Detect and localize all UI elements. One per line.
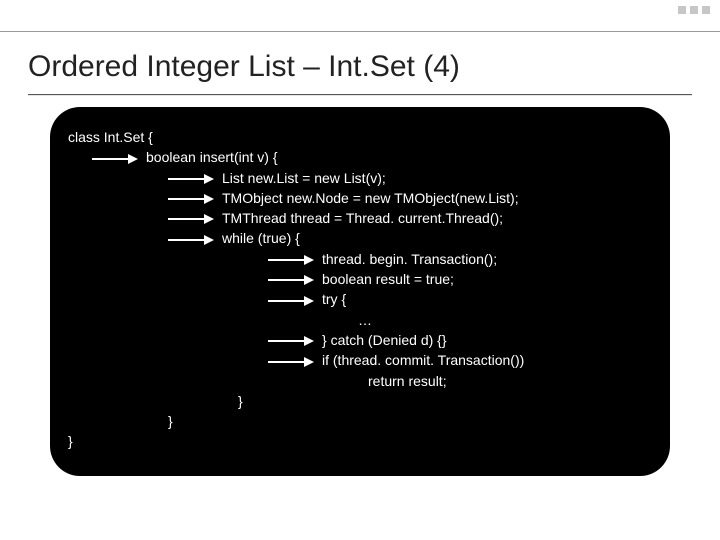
code-text: } xyxy=(168,413,173,429)
code-block: class Int.Set { boolean insert(int v) { … xyxy=(50,107,670,476)
code-text: while (true) { xyxy=(222,230,300,246)
code-line: boolean insert(int v) { xyxy=(68,147,652,167)
code-text: } xyxy=(68,433,73,449)
arrow-icon xyxy=(268,295,316,307)
code-line: } catch (Denied d) {} xyxy=(68,330,652,350)
code-line: class Int.Set { xyxy=(68,127,652,147)
code-line: } xyxy=(68,431,652,451)
code-text: TMObject new.Node = new TMObject(new.Lis… xyxy=(222,190,519,206)
slide-title: Ordered Integer List – Int.Set (4) xyxy=(0,32,720,90)
dot xyxy=(702,6,710,14)
arrow-icon xyxy=(92,153,140,165)
code-text: class Int.Set { xyxy=(68,129,153,145)
arrow-icon xyxy=(168,213,216,225)
code-line: } xyxy=(68,411,652,431)
code-text: TMThread thread = Thread. current.Thread… xyxy=(222,210,503,226)
arrow-icon xyxy=(268,356,316,368)
code-text: } catch (Denied d) {} xyxy=(322,332,447,348)
arrow-icon xyxy=(168,234,216,246)
code-text: thread. begin. Transaction(); xyxy=(322,251,497,267)
code-line: while (true) { xyxy=(68,228,652,248)
code-line: boolean result = true; xyxy=(68,269,652,289)
code-text: } xyxy=(238,393,243,409)
code-text: boolean result = true; xyxy=(322,271,454,287)
arrow-icon xyxy=(168,173,216,185)
code-line: List new.List = new List(v); xyxy=(68,168,652,188)
code-text: boolean insert(int v) { xyxy=(146,149,278,165)
code-text: … xyxy=(358,312,372,328)
arrow-icon xyxy=(168,193,216,205)
code-text: try { xyxy=(322,291,346,307)
code-text: List new.List = new List(v); xyxy=(222,170,386,186)
code-line: } xyxy=(68,391,652,411)
arrow-icon xyxy=(268,274,316,286)
code-line: return result; xyxy=(68,371,652,391)
code-text: return result; xyxy=(368,373,447,389)
code-line: if (thread. commit. Transaction()) xyxy=(68,350,652,370)
dot xyxy=(678,6,686,14)
dot xyxy=(690,6,698,14)
code-line: thread. begin. Transaction(); xyxy=(68,249,652,269)
slide-top-bar xyxy=(0,0,720,32)
arrow-icon xyxy=(268,254,316,266)
code-text: if (thread. commit. Transaction()) xyxy=(322,352,524,368)
decorative-dots xyxy=(678,6,710,14)
code-line: TMObject new.Node = new TMObject(new.Lis… xyxy=(68,188,652,208)
title-underline xyxy=(28,94,692,95)
code-line: … xyxy=(68,310,652,330)
arrow-icon xyxy=(268,335,316,347)
code-line: TMThread thread = Thread. current.Thread… xyxy=(68,208,652,228)
code-line: try { xyxy=(68,289,652,309)
